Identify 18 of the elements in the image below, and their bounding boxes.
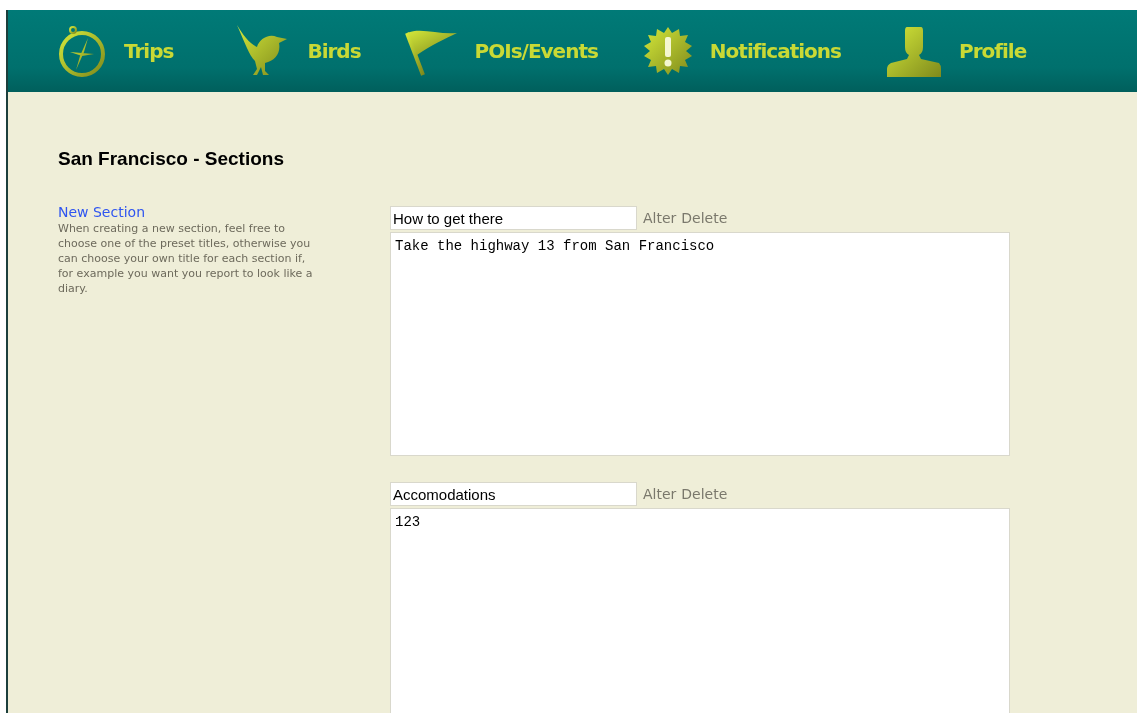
compass-icon: [56, 24, 108, 78]
nav-item[interactable]: Profile: [884, 25, 1027, 77]
nav-item[interactable]: Notifications: [641, 25, 841, 77]
action-link[interactable]: Delete: [681, 210, 728, 226]
nav-item[interactable]: Birds: [235, 23, 361, 79]
section-title-field[interactable]: Accomodations: [390, 482, 637, 506]
action-link[interactable]: Alter: [643, 210, 677, 226]
person-icon: [884, 25, 943, 77]
section-title-field[interactable]: How to get there: [390, 206, 637, 230]
section-text-area[interactable]: Take the highway 13 from San Francisco: [390, 232, 1010, 456]
section-text-area[interactable]: 123: [390, 508, 1010, 713]
new-section-link[interactable]: New Section: [58, 204, 390, 220]
action-link[interactable]: Alter: [643, 486, 677, 502]
help-text: When creating a new section, feel free to choose one of the preset titles, otherwise you can choose your own title for each section if, for example you want you report to look like a diary.: [58, 221, 313, 296]
action-link[interactable]: Delete: [681, 486, 728, 502]
page-title: San Francisco - Sections: [58, 148, 285, 170]
nav-item[interactable]: POIs/Events: [404, 25, 598, 77]
nav-item[interactable]: Trips: [56, 24, 174, 78]
